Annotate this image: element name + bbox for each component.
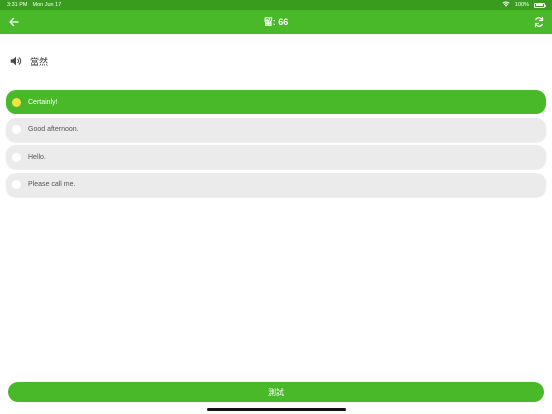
wifi-icon [502, 1, 510, 9]
test-button[interactable]: 測試 [8, 382, 544, 402]
answer-option-label: Hello. [28, 153, 46, 161]
answer-option[interactable]: Certainly! [6, 90, 546, 114]
answer-option[interactable]: Please call me. [6, 172, 546, 197]
status-left: 3:31 PM Mon Jun 17 [7, 2, 61, 8]
prompt-text: 當然 [30, 56, 49, 67]
battery-icon [534, 2, 546, 8]
status-right: 100% [502, 1, 546, 9]
status-date: Mon Jun 17 [32, 2, 62, 8]
answer-option-label: Good afternoon. [28, 126, 79, 133]
answer-options: Certainly! Good afternoon. Hello. Please… [6, 90, 546, 200]
battery-percent: 100% [514, 2, 529, 8]
answer-option[interactable]: Good afternoon. [6, 117, 546, 142]
nav-bar: 留: 66 [0, 10, 552, 34]
speaker-icon[interactable] [9, 54, 23, 68]
radio-icon [12, 97, 21, 107]
answer-option-label: Please call me. [28, 181, 76, 188]
prompt-row: 當然 [9, 53, 48, 69]
radio-icon [12, 125, 21, 134]
status-bar: 3:31 PM Mon Jun 17 100% [0, 0, 552, 10]
radio-icon [12, 180, 21, 189]
answer-option[interactable]: Hello. [6, 145, 546, 169]
refresh-icon[interactable] [531, 14, 547, 30]
home-indicator[interactable] [207, 408, 346, 411]
page-title: 留: 66 [263, 17, 289, 27]
status-time: 3:31 PM [7, 2, 28, 8]
radio-icon [12, 152, 21, 162]
answer-option-label: Certainly! [28, 98, 58, 106]
